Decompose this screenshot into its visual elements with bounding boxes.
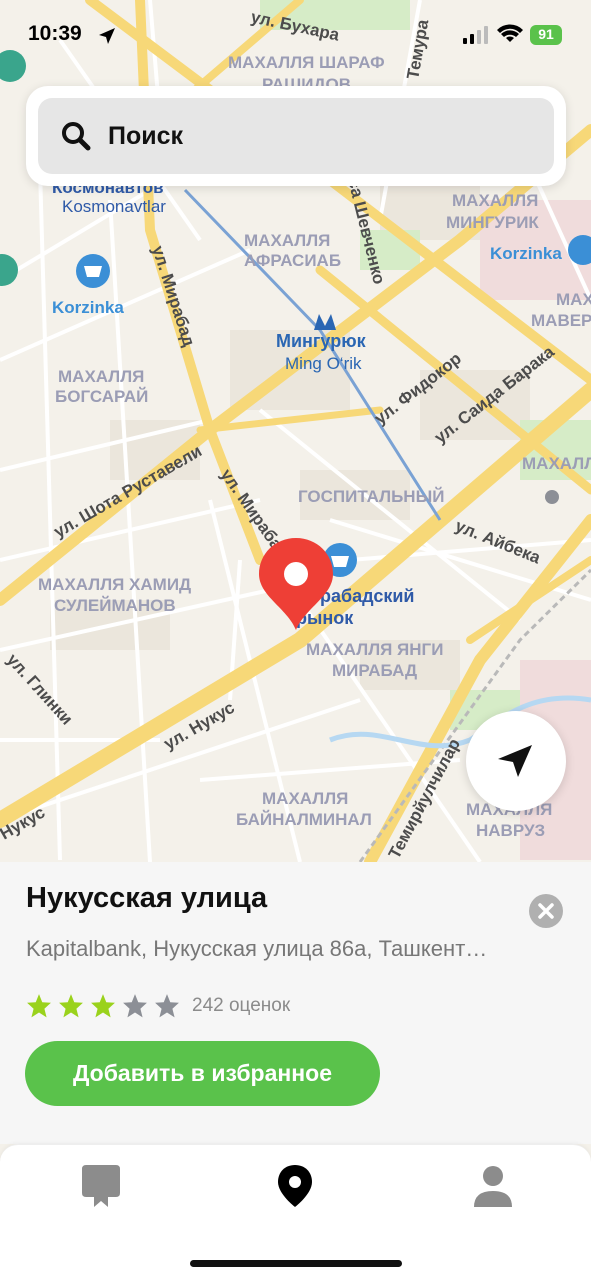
label-mahalla-baynalminal-1: МАХАЛЛЯ [262, 789, 348, 808]
location-arrow-icon [99, 28, 115, 44]
search-input[interactable]: Поиск [38, 98, 554, 174]
tab-map[interactable] [272, 1163, 318, 1209]
korzinka-icon[interactable] [76, 254, 110, 288]
label-korzinka-left: Korzinka [52, 298, 124, 317]
label-metro: Мингурюк [276, 331, 367, 351]
label-mahalla-mavera-1: МАХ [556, 290, 591, 309]
search-placeholder: Поиск [108, 122, 184, 150]
place-address: Kapitalbank, Нукусская улица 86а, Ташкен… [26, 936, 488, 961]
poi-icon-right[interactable] [545, 490, 559, 504]
label-mahalla-afrasiab-1: МАХАЛЛЯ [244, 231, 330, 250]
label-metro-latin: Ming O‘rik [285, 354, 362, 373]
bookmark-book-icon [82, 1165, 120, 1207]
rating-count: 242 оценок [192, 995, 291, 1016]
close-button[interactable] [529, 894, 563, 928]
label-kosmonavtlar: Kosmonavtlar [62, 197, 166, 216]
label-mahalla-hamid-2: СУЛЕЙМАНОВ [54, 596, 176, 615]
star-icon-empty [123, 994, 147, 1018]
close-icon [538, 903, 554, 919]
label-mahalla-baynalminal-2: БАЙНАЛМИНАЛ [236, 810, 372, 829]
home-indicator [190, 1260, 402, 1267]
label-mahalla-bogsaray-1: МАХАЛЛЯ [58, 367, 144, 386]
place-card: Нукусская улица Kapitalbank, Нукусская у… [0, 862, 591, 1144]
place-title: Нукусская улица [26, 882, 268, 914]
map-pin-icon [278, 1165, 312, 1207]
wifi-icon [497, 24, 523, 42]
label-mahalla-yangi-2: МИРАБАД [332, 661, 417, 680]
label-mahalla-hamid-1: МАХАЛЛЯ ХАМИД [38, 575, 191, 594]
label-mahalla-mavera-2: МАВЕР [531, 311, 591, 330]
label-mahalla-navruz-2: НАВРУЗ [476, 821, 545, 840]
label-mahalla-bogsaray-2: БОГСАРАЙ [55, 387, 148, 406]
label-gospitalny: ГОСПИТАЛЬНЫЙ [298, 487, 444, 506]
rating-stars: 242 оценок [26, 992, 290, 1020]
label-korzinka-right: Korzinka [490, 244, 562, 263]
star-icon-empty [155, 994, 179, 1018]
battery-icon: 91 [530, 25, 562, 45]
tab-bookmarks[interactable] [78, 1163, 124, 1209]
location-pin-icon[interactable] [257, 536, 335, 632]
label-mahalla-mingurik-2: МИНГУРИК [446, 213, 539, 232]
star-icon-filled [59, 994, 83, 1018]
status-bar: 10:39 91 [0, 0, 591, 70]
search-icon [62, 122, 91, 151]
star-icon-filled [27, 994, 51, 1018]
my-location-button[interactable] [466, 711, 566, 811]
cellular-signal-icon [463, 26, 488, 44]
label-mahalla-afrasiab-2: АФРАСИАБ [244, 251, 341, 270]
status-time: 10:39 [28, 22, 82, 45]
battery-level: 91 [538, 26, 554, 42]
label-mahalla-yangi-1: МАХАЛЛЯ ЯНГИ [306, 640, 443, 659]
add-to-favorites-button[interactable]: Добавить в избранное [25, 1041, 380, 1106]
label-mahalla-mingurik-1: МАХАЛЛЯ [452, 191, 538, 210]
search-container: Поиск [26, 86, 566, 186]
star-icon-filled [91, 994, 115, 1018]
navigation-arrow-icon [498, 745, 532, 777]
tab-profile[interactable] [470, 1163, 516, 1209]
profile-icon [474, 1166, 512, 1207]
label-mahalla-right: МАХАЛЛ [522, 454, 591, 473]
